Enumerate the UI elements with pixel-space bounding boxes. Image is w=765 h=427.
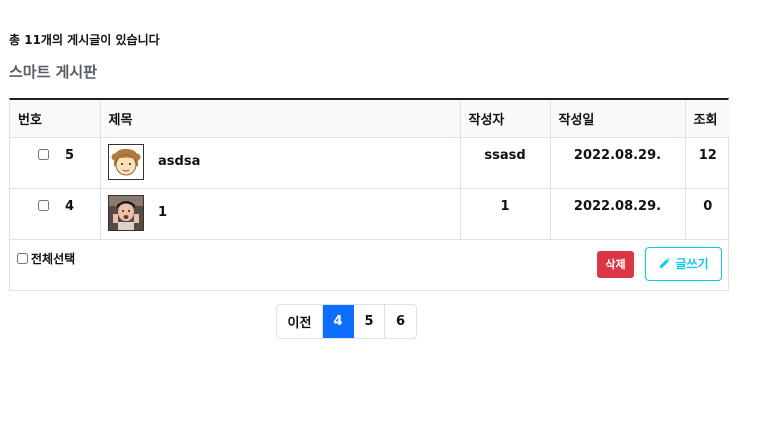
row-writer: ssasd	[460, 137, 551, 189]
table-header-row: 번호 제목 작성자 작성일 조회	[10, 100, 730, 138]
header-views: 조회	[685, 100, 730, 138]
row-views: 12	[685, 137, 730, 189]
row-writer: 1	[460, 188, 551, 240]
write-button[interactable]: 글쓰기	[645, 246, 722, 281]
post-count-text: 총 11개의 게시글이 있습니다	[9, 33, 160, 47]
row-number: 5	[65, 147, 75, 163]
table-row: 5 asdsa ssasd 2022.08.29. 12	[10, 137, 730, 189]
pagination-prev[interactable]: 이전	[277, 305, 323, 338]
post-title-link[interactable]: 1	[158, 205, 167, 220]
pagination: 이전 4 5 6	[276, 304, 417, 339]
pagination-page[interactable]: 6	[385, 305, 416, 338]
board-title: 스마트 게시판	[9, 63, 98, 81]
pencil-icon	[660, 258, 671, 269]
select-all-checkbox[interactable]	[17, 252, 28, 264]
post-title-link[interactable]: asdsa	[158, 154, 200, 169]
row-title-cell: asdsa	[100, 137, 461, 189]
header-writer: 작성자	[460, 100, 551, 138]
table-row: 4 1 1 2022.08.29. 0	[10, 188, 730, 240]
row-date: 2022.08.29.	[550, 188, 686, 240]
row-number-cell: 5	[10, 137, 101, 189]
photo-thumbnail-icon[interactable]	[107, 194, 144, 231]
delete-button[interactable]: 삭제	[597, 250, 634, 278]
row-views: 0	[685, 188, 730, 240]
select-all-control[interactable]: 전체선택	[17, 250, 75, 267]
pagination-page[interactable]: 5	[354, 305, 385, 338]
row-title-cell: 1	[100, 188, 461, 240]
row-number-cell: 4	[10, 188, 101, 240]
write-button-label: 글쓰기	[675, 257, 709, 271]
board-footer: 전체선택 삭제 글쓰기	[10, 240, 728, 290]
header-number: 번호	[10, 100, 101, 138]
girl-avatar-icon[interactable]	[107, 143, 144, 180]
row-checkbox[interactable]	[38, 148, 49, 160]
pagination-page[interactable]: 4	[323, 305, 354, 338]
header-date: 작성일	[550, 100, 686, 138]
select-all-label: 전체선택	[31, 251, 76, 266]
row-checkbox[interactable]	[38, 199, 49, 211]
header-title: 제목	[100, 100, 461, 138]
board-panel: 번호 제목 작성자 작성일 조회 5 asdsa ssasd 2022.08.2…	[9, 98, 730, 291]
post-table: 번호 제목 작성자 작성일 조회 5 asdsa ssasd 2022.08.2…	[10, 100, 730, 240]
row-number: 4	[65, 198, 75, 214]
row-date: 2022.08.29.	[550, 137, 686, 189]
